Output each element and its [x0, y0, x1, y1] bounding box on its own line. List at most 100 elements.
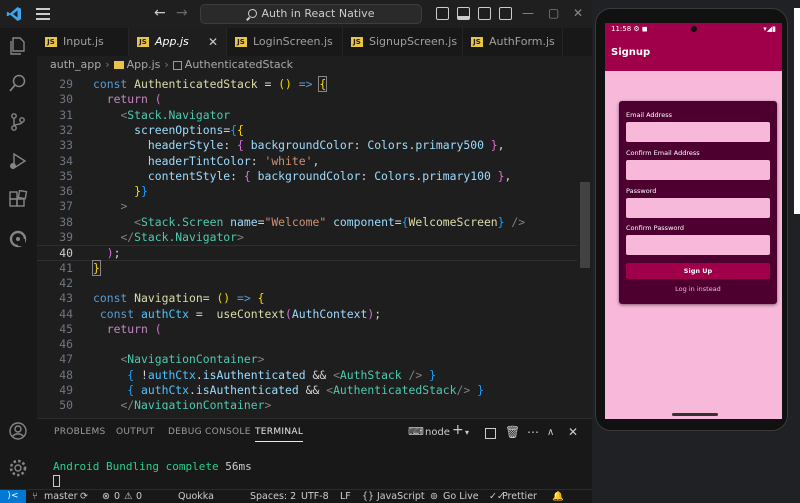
breadcrumb-file[interactable]: App.js	[127, 58, 161, 71]
code-line: 45 return (	[37, 322, 577, 337]
android-notification-icons: ⚙ ◼	[633, 25, 648, 33]
emulator-side-panel	[794, 8, 800, 214]
signup-form-card: Email Address Confirm Email Address Pass…	[619, 101, 777, 304]
js-file-icon	[113, 61, 124, 69]
code-text: headerTintColor: 'white',	[147, 153, 320, 168]
breadcrumb-folder[interactable]: auth_app	[50, 58, 101, 71]
terminal-icon: ⌨	[408, 425, 424, 438]
code-line: 38 <Stack.Screen name="Welcome" componen…	[37, 215, 577, 230]
code-text: <Stack.Screen name="Welcome" component={…	[134, 214, 526, 229]
code-line: 37 >	[37, 199, 577, 214]
hamburger-menu-icon[interactable]	[36, 8, 50, 20]
tab-problems[interactable]: PROBLEMS	[54, 427, 106, 437]
run-debug-icon[interactable]	[8, 151, 28, 171]
new-terminal-icon[interactable]: +	[452, 422, 464, 438]
tab-app-js[interactable]: JS App.js ✕	[129, 28, 227, 56]
customize-layout-icon[interactable]	[499, 7, 512, 20]
command-center-search[interactable]: Auth in React Native	[200, 4, 422, 24]
tab-output[interactable]: OUTPUT	[116, 427, 154, 437]
status-branch[interactable]: master	[44, 491, 78, 503]
status-language[interactable]: JavaScript	[377, 491, 425, 503]
password-label: Password	[626, 187, 657, 195]
extensions-icon[interactable]	[8, 190, 28, 210]
line-number: 30	[59, 92, 73, 107]
line-number: 40	[59, 246, 73, 261]
explorer-icon[interactable]	[8, 36, 28, 56]
settings-gear-icon[interactable]	[8, 458, 28, 478]
log-in-instead-link[interactable]: Log in instead	[626, 285, 770, 293]
phone-frame: 11:58 ⚙ ◼ ▾◢▮ Signup Email Address Confi…	[595, 8, 788, 431]
status-indentation[interactable]: Spaces: 2	[250, 491, 296, 503]
app-header-title: Signup	[611, 47, 651, 58]
toggle-panel-icon[interactable]	[457, 7, 470, 20]
more-actions-icon[interactable]: ⋯	[527, 425, 539, 439]
tab-input-js[interactable]: JS Input.js	[37, 28, 129, 56]
status-errors[interactable]: 0	[114, 491, 120, 503]
tab-signupscreen-js[interactable]: JS SignupScreen.js	[343, 28, 463, 56]
code-line: 39 </Stack.Navigator>	[37, 230, 577, 245]
chevron-down-icon[interactable]: ▾	[465, 428, 469, 437]
back-arrow-icon[interactable]: ←	[154, 5, 166, 21]
editor-scrollbar-thumb[interactable]	[580, 182, 590, 268]
search-icon[interactable]	[8, 73, 28, 93]
toggle-primary-sidebar-icon[interactable]	[436, 7, 449, 20]
tab-debug-console[interactable]: DEBUG CONSOLE	[168, 427, 251, 437]
android-home-indicator[interactable]	[672, 413, 718, 416]
restore-window-icon[interactable]: ▢	[548, 6, 559, 20]
tab-label: SignupScreen.js	[369, 35, 458, 48]
confirm-email-label: Confirm Email Address	[626, 149, 700, 157]
email-field[interactable]	[626, 122, 770, 142]
status-warnings[interactable]: 0	[136, 491, 142, 503]
code-line: 47 <NavigationContainer>	[37, 352, 577, 367]
notifications-bell-icon[interactable]: 🔔	[552, 491, 564, 503]
code-editor[interactable]: 29 const AuthenticatedStack = () => { 30 …	[37, 76, 592, 410]
line-number: 44	[59, 306, 73, 321]
trash-icon[interactable]: 🗑	[505, 425, 520, 439]
terminal-name[interactable]: node	[425, 427, 450, 438]
status-encoding[interactable]: UTF-8	[301, 491, 329, 503]
chevron-right-icon: ›	[164, 58, 169, 71]
line-number: 35	[59, 168, 73, 183]
sign-up-button[interactable]: Sign Up	[626, 263, 770, 279]
tab-authform-js[interactable]: JS AuthForm.js	[463, 28, 563, 56]
confirm-password-field[interactable]	[626, 235, 770, 255]
source-control-icon[interactable]	[8, 112, 28, 132]
sync-icon[interactable]: ⟳	[80, 491, 88, 503]
tab-terminal[interactable]: TERMINAL	[255, 427, 304, 442]
line-number: 32	[59, 122, 73, 137]
tab-loginscreen-js[interactable]: JS LoginScreen.js	[227, 28, 343, 56]
remote-indicator[interactable]: ⟩<	[0, 490, 26, 503]
code-text: </Stack.Navigator>	[120, 230, 244, 244]
line-number: 49	[59, 383, 73, 397]
account-icon[interactable]	[8, 421, 28, 441]
code-line: 41}	[37, 259, 577, 276]
editor-tabs: JS Input.js JS App.js ✕ JS LoginScreen.js JS…	[37, 28, 614, 56]
status-go-live[interactable]: Go Live	[443, 491, 479, 503]
forward-arrow-icon[interactable]: →	[176, 5, 188, 21]
code-text: headerStyle: { backgroundColor: Colors.p…	[147, 138, 505, 153]
status-quokka[interactable]: Quokka	[178, 491, 214, 503]
maximize-panel-icon[interactable]: ∧	[547, 427, 554, 438]
minimize-window-icon[interactable]: —	[522, 6, 534, 20]
code-line: 43 const Navigation= () => {	[37, 291, 577, 306]
password-field[interactable]	[626, 198, 770, 218]
code-text: const AuthenticatedStack = () => {	[93, 76, 328, 92]
status-prettier[interactable]: Prettier	[502, 491, 537, 503]
status-eol[interactable]: LF	[340, 491, 351, 503]
code-text: <Stack.Navigator	[120, 107, 231, 122]
close-panel-icon[interactable]: ✕	[568, 425, 578, 439]
terminal-cursor[interactable]	[53, 475, 60, 487]
android-time: 11:58	[611, 25, 632, 33]
status-bar: ⟩< ⑂ master ⟳ ⊗ 0 ⚠ 0 Quokka Spaces: 2 U…	[0, 489, 592, 503]
js-file-icon: JS	[137, 37, 149, 47]
split-terminal-icon[interactable]	[485, 428, 496, 439]
close-tab-icon[interactable]: ✕	[208, 28, 218, 56]
code-text: <NavigationContainer>	[120, 352, 265, 367]
toggle-secondary-sidebar-icon[interactable]	[478, 7, 491, 20]
remote-icon[interactable]	[8, 229, 28, 249]
close-window-icon[interactable]: ✕	[573, 6, 583, 20]
js-file-icon: JS	[471, 37, 483, 47]
confirm-email-field[interactable]	[626, 160, 770, 180]
code-line: 36 }}	[37, 184, 577, 199]
breadcrumb-symbol[interactable]: AuthenticatedStack	[185, 58, 293, 71]
